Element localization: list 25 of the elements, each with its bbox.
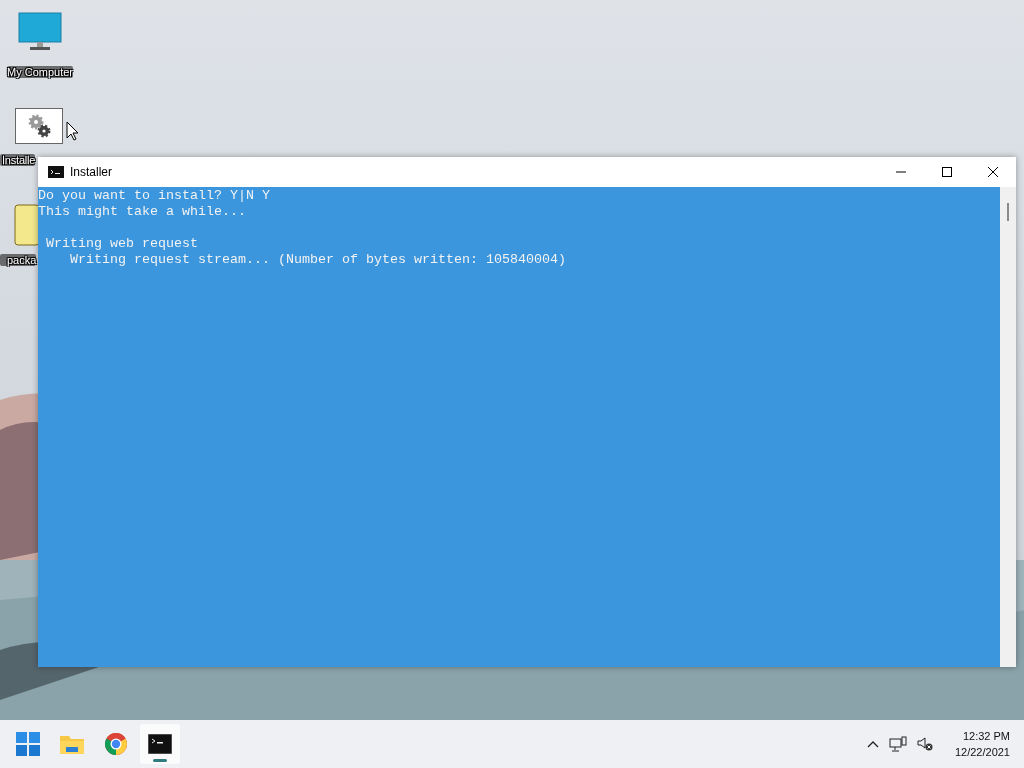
scrollbar[interactable] (1000, 187, 1016, 667)
mouse-cursor-icon (66, 121, 79, 141)
network-icon[interactable] (888, 736, 907, 752)
close-icon (988, 167, 998, 177)
console-line: Writing web request (45, 236, 198, 252)
clock-date[interactable]: 12/22/2021 (954, 744, 1010, 760)
taskbar-button[interactable] (140, 724, 180, 764)
windows-logo-icon (16, 732, 40, 756)
console-line: Do you want to install? Y|N Y (38, 188, 270, 204)
window-title: Installer (70, 165, 113, 179)
folder-icon (59, 733, 85, 755)
speaker-muted-icon[interactable] (916, 737, 933, 751)
chevron-up-icon[interactable] (866, 740, 879, 748)
monitor-icon (18, 12, 62, 52)
terminal-icon (48, 166, 64, 178)
file-icon (14, 204, 40, 246)
console-line: Writing request stream... (Number of bytes written: 105840004) (69, 252, 566, 268)
terminal-icon (148, 734, 172, 754)
console-line: This might take a while... (38, 204, 246, 220)
clock-time[interactable]: 12:32 PM (962, 728, 1010, 744)
icon-label[interactable]: My Computer (7, 66, 73, 78)
browser-icon (104, 732, 128, 756)
icon-label[interactable]: Installe (0, 154, 36, 166)
maximize-icon (942, 167, 952, 177)
gear-window-icon (15, 108, 63, 144)
